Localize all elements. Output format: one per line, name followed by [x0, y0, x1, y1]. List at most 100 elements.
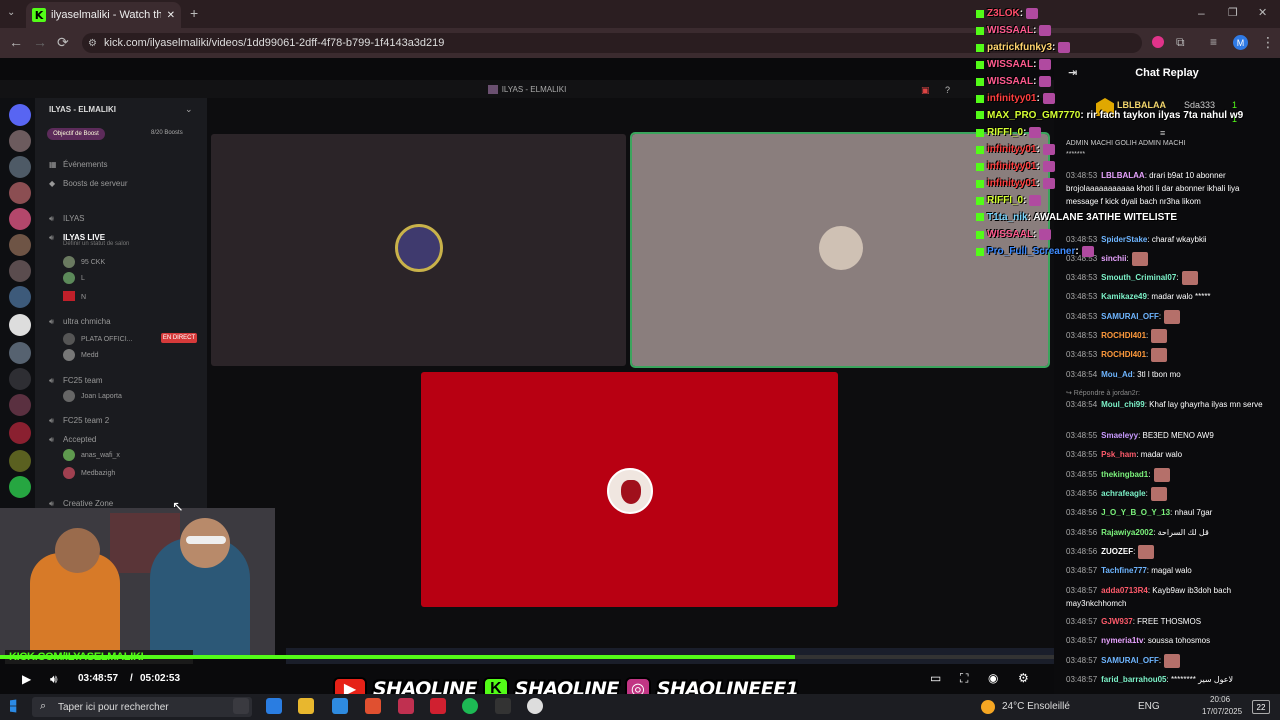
- voice-member-name[interactable]: 95 CKK: [81, 259, 105, 266]
- windows-start-icon[interactable]: [10, 699, 17, 713]
- second-gifter-name[interactable]: Sda333: [1184, 100, 1215, 110]
- chat-message[interactable]: 03:48:53 Kamikaze49: madar walo *****: [1066, 290, 1266, 303]
- chat-username[interactable]: SpiderStake: [1101, 235, 1147, 244]
- chat-message[interactable]: 03:48:56 ZUOZEF:: [1066, 545, 1266, 559]
- server-icon[interactable]: [9, 342, 31, 364]
- menu-kebab-icon[interactable]: ⋮: [1261, 35, 1275, 49]
- voice-channel[interactable]: FC25 team 2: [63, 416, 109, 425]
- chat-message[interactable]: 03:48:57 farid_barrahou05: ******** لاعول…: [1066, 673, 1266, 686]
- chat-message[interactable]: 03:48:53 Smouth_Criminal07:: [1066, 271, 1266, 285]
- back-button[interactable]: ←: [9, 35, 23, 49]
- chat-username[interactable]: Psk_ham: [1101, 450, 1136, 459]
- voice-channel[interactable]: Creative Zone: [63, 499, 113, 508]
- chat-message[interactable]: 03:48:54 Moul_chi99: Khaf lay ghayrha ily…: [1066, 398, 1266, 411]
- server-icon[interactable]: [9, 286, 31, 308]
- media-control-icon[interactable]: ≡: [1210, 35, 1217, 49]
- voice-channel[interactable]: Accepted: [63, 435, 96, 444]
- site-info-icon[interactable]: ⚙: [88, 37, 97, 51]
- chat-message[interactable]: 03:48:53 ROCHDI401:: [1066, 348, 1266, 362]
- clock-time[interactable]: 20:06: [1210, 695, 1230, 704]
- chat-username[interactable]: adda0713R4: [1101, 586, 1148, 595]
- minimize-icon[interactable]: –: [1198, 6, 1205, 20]
- chat-message[interactable]: 03:48:57 SAMURAI_OFF:: [1066, 654, 1266, 668]
- voice-participant-tile[interactable]: [421, 372, 838, 607]
- chat-username[interactable]: nymeria1tv: [1101, 636, 1143, 645]
- taskbar-search-input[interactable]: Taper ici pour rechercher: [32, 697, 252, 717]
- voice-member-name[interactable]: L: [81, 275, 85, 282]
- chevron-down-icon[interactable]: ⌄: [185, 104, 193, 115]
- app-icon[interactable]: [495, 698, 511, 714]
- spotify-icon[interactable]: [462, 698, 478, 714]
- server-icon[interactable]: [9, 476, 31, 498]
- forward-button[interactable]: →: [33, 35, 47, 49]
- chat-message[interactable]: 03:48:55 Smaeleyy: BE3ED MENO AW9: [1066, 429, 1266, 442]
- clock-date[interactable]: 17/07/2025: [1202, 707, 1242, 716]
- chat-username[interactable]: Kamikaze49: [1101, 292, 1147, 301]
- chrome-icon[interactable]: [527, 698, 543, 714]
- chat-username[interactable]: sinchii: [1101, 254, 1126, 263]
- close-tab-icon[interactable]: ✕: [167, 10, 175, 21]
- server-icon[interactable]: [9, 422, 31, 444]
- edge-browser-icon[interactable]: [332, 698, 348, 714]
- play-icon[interactable]: ▶: [22, 672, 31, 686]
- server-icon[interactable]: [9, 130, 31, 152]
- copilot-icon[interactable]: [266, 698, 282, 714]
- record-icon[interactable]: ▣: [921, 85, 930, 96]
- extension-icon[interactable]: [1152, 36, 1164, 48]
- chat-username[interactable]: Smaeleyy: [1101, 431, 1138, 440]
- voice-member-name[interactable]: Medd: [81, 352, 99, 359]
- chat-message[interactable]: 03:48:55 Psk_ham: madar walo: [1066, 448, 1266, 461]
- close-window-icon[interactable]: ✕: [1258, 6, 1267, 20]
- voice-channel[interactable]: FC25 team: [63, 376, 103, 385]
- voice-channel[interactable]: ILYAS: [63, 214, 85, 223]
- chat-message[interactable]: 03:48:56 Rajawiya2002: قل لك السراحة: [1066, 526, 1266, 539]
- task-view-icon[interactable]: [233, 698, 249, 714]
- chat-message[interactable]: 03:48:57 adda0713R4: Kayb9aw ib3doh bach …: [1066, 584, 1266, 610]
- fullscreen-icon[interactable]: ⛶: [960, 671, 968, 686]
- voice-member-name[interactable]: Medbazigh: [81, 470, 115, 477]
- chat-username[interactable]: Rajawiya2002: [1101, 528, 1153, 537]
- chat-username[interactable]: thekingbad1: [1101, 470, 1148, 479]
- chat-message[interactable]: 03:48:56 J_O_Y_B_O_Y_13: nhaul 7gar: [1066, 506, 1266, 519]
- voice-channel[interactable]: ILYAS LIVE: [63, 233, 105, 242]
- server-icon[interactable]: [9, 182, 31, 204]
- top-gifter-name[interactable]: LBLBALAA: [1117, 100, 1166, 110]
- chat-username[interactable]: SAMURAI_OFF: [1101, 656, 1159, 665]
- file-explorer-icon[interactable]: [298, 698, 314, 714]
- chat-message[interactable]: 03:48:57 nymeria1tv: soussa tohosmos: [1066, 634, 1266, 647]
- server-icon[interactable]: [9, 368, 31, 390]
- chat-message[interactable]: 03:48:57 Tachfine777: magal walo: [1066, 564, 1266, 577]
- chat-username[interactable]: achrafeagle: [1101, 489, 1145, 498]
- server-icon[interactable]: [9, 156, 31, 178]
- app-icon[interactable]: [365, 698, 381, 714]
- server-icon[interactable]: [9, 394, 31, 416]
- voice-member-name[interactable]: PLATA OFFICI...: [81, 336, 132, 343]
- events-link[interactable]: Événements: [63, 160, 107, 169]
- chat-message[interactable]: 03:48:57 GJW937: FREE THOSMOS: [1066, 615, 1266, 628]
- profile-avatar[interactable]: M: [1233, 35, 1248, 50]
- server-icon[interactable]: [9, 260, 31, 282]
- reload-button[interactable]: ⟳: [57, 35, 69, 49]
- restore-icon[interactable]: ❐: [1228, 6, 1238, 20]
- settings-gear-icon[interactable]: ⚙: [1018, 671, 1029, 685]
- language-indicator[interactable]: ENG: [1138, 701, 1160, 712]
- server-icon[interactable]: [9, 208, 31, 230]
- voice-member-name[interactable]: Joan Laporta: [81, 393, 122, 400]
- new-tab-button[interactable]: +: [190, 6, 198, 20]
- volume-icon[interactable]: 🔊︎: [50, 672, 58, 687]
- browser-tab[interactable]: K ilyaselmaliki - Watch the VOD o ✕: [26, 2, 181, 28]
- server-boosts-link[interactable]: Boosts de serveur: [63, 179, 127, 188]
- chat-message[interactable]: 03:48:55 thekingbad1:: [1066, 468, 1266, 482]
- server-name[interactable]: ILYAS - ELMALIKI: [49, 105, 116, 114]
- chat-username[interactable]: farid_barrahou05: [1101, 675, 1166, 684]
- tab-search-icon[interactable]: ⌄: [7, 6, 15, 20]
- chat-message[interactable]: 03:48:53 SAMURAI_OFF:: [1066, 310, 1266, 324]
- boost-goal-badge[interactable]: Objectif de Boost: [47, 128, 105, 140]
- chat-message[interactable]: 03:48:53 SpiderStake: charaf wkaybkii: [1066, 233, 1266, 246]
- voice-member-name[interactable]: N: [81, 294, 86, 301]
- chat-username[interactable]: J_O_Y_B_O_Y_13: [1101, 508, 1170, 517]
- chat-username[interactable]: ZUOZEF: [1101, 547, 1133, 556]
- chat-message[interactable]: 03:48:53 sinchii:: [1066, 252, 1266, 266]
- weather-text[interactable]: 24°C Ensoleillé: [1002, 701, 1070, 712]
- voice-channel[interactable]: ultra chmicha: [63, 317, 111, 326]
